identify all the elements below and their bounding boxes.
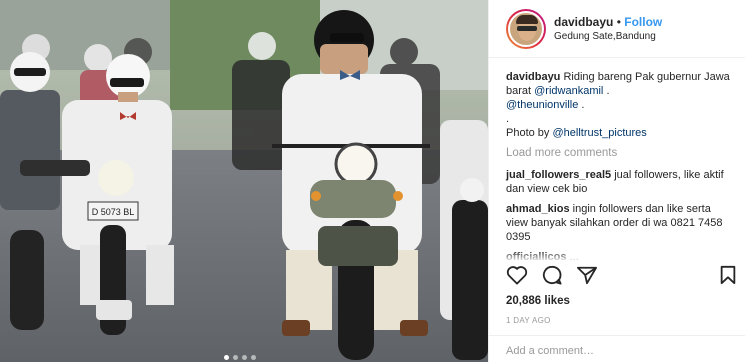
comment-bubble-icon[interactable] bbox=[541, 265, 563, 285]
caption-text: . bbox=[603, 85, 610, 97]
likes-count[interactable]: 20,886 likes bbox=[506, 295, 570, 307]
carousel-dot bbox=[224, 355, 229, 360]
license-plate-left: D 5073 BL bbox=[92, 207, 135, 217]
caption: davidbayu Riding bareng Pak gubernur Jaw… bbox=[506, 70, 735, 140]
instagram-post: D 5073 BL davidbayu • Follow Gedung Sate… bbox=[0, 0, 745, 362]
action-bar bbox=[506, 265, 598, 285]
caption-photo-by: Photo by bbox=[506, 127, 553, 139]
mention-helltrust-pictures[interactable]: @helltrust_pictures bbox=[552, 127, 646, 139]
follow-button[interactable]: Follow bbox=[624, 15, 662, 29]
avatar[interactable] bbox=[506, 8, 546, 49]
comments-section: davidbayu Riding bareng Pak gubernur Jaw… bbox=[489, 58, 745, 264]
comment: ahmad_kios ingin followers dan like sert… bbox=[506, 202, 735, 244]
carousel-dot bbox=[233, 355, 238, 360]
comments-fade bbox=[489, 250, 745, 262]
header-username[interactable]: davidbayu bbox=[554, 15, 613, 29]
location-link[interactable]: Gedung Sate,Bandung bbox=[554, 30, 662, 44]
carousel-dots bbox=[224, 355, 256, 360]
caption-username[interactable]: davidbayu bbox=[506, 71, 560, 83]
avatar-image bbox=[508, 10, 544, 47]
post-photo[interactable]: D 5073 BL bbox=[0, 0, 488, 362]
carousel-dot bbox=[242, 355, 247, 360]
heart-icon[interactable] bbox=[506, 265, 528, 285]
header-separator: • bbox=[616, 14, 621, 29]
mention-ridwankamil[interactable]: @ridwankamil bbox=[534, 85, 603, 97]
add-comment-input[interactable]: Add a comment… bbox=[489, 335, 745, 362]
share-icon[interactable] bbox=[576, 265, 598, 285]
caption-dot: . bbox=[506, 113, 510, 125]
comment-username[interactable]: jual_followers_real5 bbox=[506, 169, 611, 181]
comment: jual_followers_real5 jual followers, lik… bbox=[506, 168, 735, 196]
post-header: davidbayu • Follow Gedung Sate,Bandung bbox=[489, 0, 745, 58]
bookmark-icon[interactable] bbox=[719, 265, 737, 285]
mention-theunionville[interactable]: @theunionville bbox=[506, 99, 578, 111]
caption-text: . bbox=[578, 99, 585, 111]
load-more-comments[interactable]: Load more comments bbox=[506, 146, 735, 160]
riders-photo-illustration: D 5073 BL bbox=[0, 0, 488, 362]
carousel-dot bbox=[251, 355, 256, 360]
comment-username[interactable]: ahmad_kios bbox=[506, 203, 570, 215]
post-timestamp: 1 DAY AGO bbox=[506, 316, 551, 325]
post-sidebar: davidbayu • Follow Gedung Sate,Bandung d… bbox=[488, 0, 745, 362]
